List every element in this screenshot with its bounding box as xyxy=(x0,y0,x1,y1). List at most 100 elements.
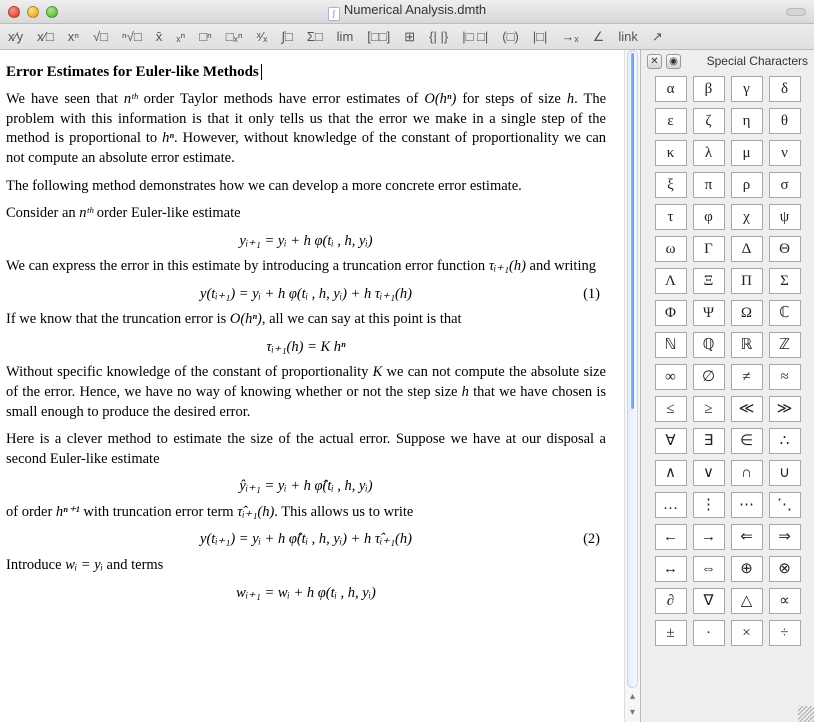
symbol-button[interactable]: Γ xyxy=(693,236,725,262)
symbol-button[interactable]: ℚ xyxy=(693,332,725,358)
symbol-button[interactable]: ℤ xyxy=(769,332,801,358)
tool-boxsup[interactable]: □ⁿ xyxy=(199,30,212,43)
symbol-button[interactable]: ∪ xyxy=(769,460,801,486)
symbol-button[interactable]: ∃ xyxy=(693,428,725,454)
tool-sup[interactable]: xⁿ xyxy=(68,30,79,43)
tool-angle[interactable]: ∠ xyxy=(593,30,605,43)
symbol-button[interactable]: ε xyxy=(655,108,687,134)
symbol-button[interactable]: ⋱ xyxy=(769,492,801,518)
tool-abs[interactable]: |□| xyxy=(533,30,548,43)
symbol-button[interactable]: μ xyxy=(731,140,763,166)
scrollbar-thumb[interactable] xyxy=(631,53,634,409)
symbol-button[interactable]: θ xyxy=(769,108,801,134)
symbol-button[interactable]: ÷ xyxy=(769,620,801,646)
symbol-button[interactable]: · xyxy=(693,620,725,646)
symbol-button[interactable]: ζ xyxy=(693,108,725,134)
symbol-button[interactable]: Σ xyxy=(769,268,801,294)
symbol-button[interactable]: ∩ xyxy=(731,460,763,486)
symbol-button[interactable]: ⊕ xyxy=(731,556,763,582)
tool-link[interactable]: link xyxy=(618,30,638,43)
symbol-button[interactable]: △ xyxy=(731,588,763,614)
symbol-button[interactable]: ≫ xyxy=(769,396,801,422)
symbol-button[interactable]: ≥ xyxy=(693,396,725,422)
symbol-button[interactable]: ∇ xyxy=(693,588,725,614)
tool-arrowdiag[interactable]: ↗ xyxy=(652,30,663,43)
zoom-window-button[interactable] xyxy=(46,6,58,18)
symbol-button[interactable]: ∴ xyxy=(769,428,801,454)
symbol-button[interactable]: ∅ xyxy=(693,364,725,390)
symbol-button[interactable]: ρ xyxy=(731,172,763,198)
tool-paren[interactable]: (□) xyxy=(502,30,519,43)
symbol-button[interactable]: Ω xyxy=(731,300,763,326)
tool-frac1[interactable]: x⁄y xyxy=(8,30,23,43)
symbol-button[interactable]: ↔ xyxy=(655,556,687,582)
symbol-button[interactable]: ℂ xyxy=(769,300,801,326)
symbol-button[interactable]: Δ xyxy=(731,236,763,262)
tool-subsup[interactable]: ₓⁿ xyxy=(176,30,185,43)
symbol-button[interactable]: Ψ xyxy=(693,300,725,326)
symbol-button[interactable]: ν xyxy=(769,140,801,166)
tool-pair1[interactable]: {| |} xyxy=(429,30,448,43)
symbol-button[interactable]: φ xyxy=(693,204,725,230)
document-content[interactable]: Error Estimates for Euler-like Methods W… xyxy=(0,50,624,722)
symbol-button[interactable]: Ξ xyxy=(693,268,725,294)
symbol-button[interactable]: κ xyxy=(655,140,687,166)
symbol-button[interactable]: β xyxy=(693,76,725,102)
symbol-button[interactable]: λ xyxy=(693,140,725,166)
symbol-button[interactable]: ∂ xyxy=(655,588,687,614)
symbol-button[interactable]: ⋮ xyxy=(693,492,725,518)
symbol-button[interactable]: χ xyxy=(731,204,763,230)
tool-xbar[interactable]: x̄ xyxy=(156,30,163,43)
symbol-button[interactable]: ψ xyxy=(769,204,801,230)
symbol-button[interactable]: ∧ xyxy=(655,460,687,486)
symbol-button[interactable]: τ xyxy=(655,204,687,230)
symbol-button[interactable]: δ xyxy=(769,76,801,102)
symbol-button[interactable]: α xyxy=(655,76,687,102)
symbol-button[interactable]: Λ xyxy=(655,268,687,294)
symbol-button[interactable]: → xyxy=(693,524,725,550)
symbol-button[interactable]: … xyxy=(655,492,687,518)
symbol-button[interactable]: ± xyxy=(655,620,687,646)
symbol-button[interactable]: σ xyxy=(769,172,801,198)
scroll-down-button[interactable]: ▾ xyxy=(625,705,640,721)
tool-lim[interactable]: lim xyxy=(337,30,354,43)
tool-sumbox[interactable]: Σ□ xyxy=(307,30,323,43)
symbol-button[interactable]: ⊗ xyxy=(769,556,801,582)
symbol-button[interactable]: ⋯ xyxy=(731,492,763,518)
symbol-button[interactable]: ∝ xyxy=(769,588,801,614)
symbol-button[interactable]: ∨ xyxy=(693,460,725,486)
close-panel-button[interactable]: ✕ xyxy=(647,54,662,69)
symbol-button[interactable]: Θ xyxy=(769,236,801,262)
symbol-button[interactable]: ≤ xyxy=(655,396,687,422)
symbol-button[interactable]: ≠ xyxy=(731,364,763,390)
symbol-button[interactable]: ω xyxy=(655,236,687,262)
tool-matrix[interactable]: [□□] xyxy=(367,30,390,43)
tool-nsqrt[interactable]: ⁿ√□ xyxy=(122,30,142,43)
tool-sqrt[interactable]: √□ xyxy=(93,30,108,43)
tool-pair2[interactable]: |□ □| xyxy=(462,30,488,43)
symbol-button[interactable]: η xyxy=(731,108,763,134)
tool-boxsubsup[interactable]: □ₓⁿ xyxy=(226,30,243,43)
tool-frac2[interactable]: x⁄□ xyxy=(37,30,54,43)
tool-smallfrac[interactable]: ˣ⁄ₓ xyxy=(257,30,268,43)
symbol-button[interactable]: ≈ xyxy=(769,364,801,390)
symbol-button[interactable]: ⇒ xyxy=(769,524,801,550)
panel-menu-button[interactable]: ◉ xyxy=(666,54,681,69)
minimize-window-button[interactable] xyxy=(27,6,39,18)
vertical-scrollbar[interactable]: ▴ ▾ xyxy=(624,50,640,722)
symbol-button[interactable]: ∈ xyxy=(731,428,763,454)
scroll-up-button[interactable]: ▴ xyxy=(625,689,640,705)
symbol-button[interactable]: × xyxy=(731,620,763,646)
tool-intbox[interactable]: ∫□ xyxy=(281,30,292,43)
resize-handle[interactable] xyxy=(798,706,814,722)
symbol-button[interactable]: ∞ xyxy=(655,364,687,390)
toolbar-toggle-button[interactable] xyxy=(786,8,806,16)
symbol-button[interactable]: ⇔ xyxy=(693,556,725,582)
symbol-button[interactable]: ∀ xyxy=(655,428,687,454)
symbol-button[interactable]: ← xyxy=(655,524,687,550)
tool-arrow[interactable]: →ₓ xyxy=(561,30,578,43)
symbol-button[interactable]: ℝ xyxy=(731,332,763,358)
symbol-button[interactable]: Φ xyxy=(655,300,687,326)
symbol-button[interactable]: γ xyxy=(731,76,763,102)
symbol-button[interactable]: Π xyxy=(731,268,763,294)
